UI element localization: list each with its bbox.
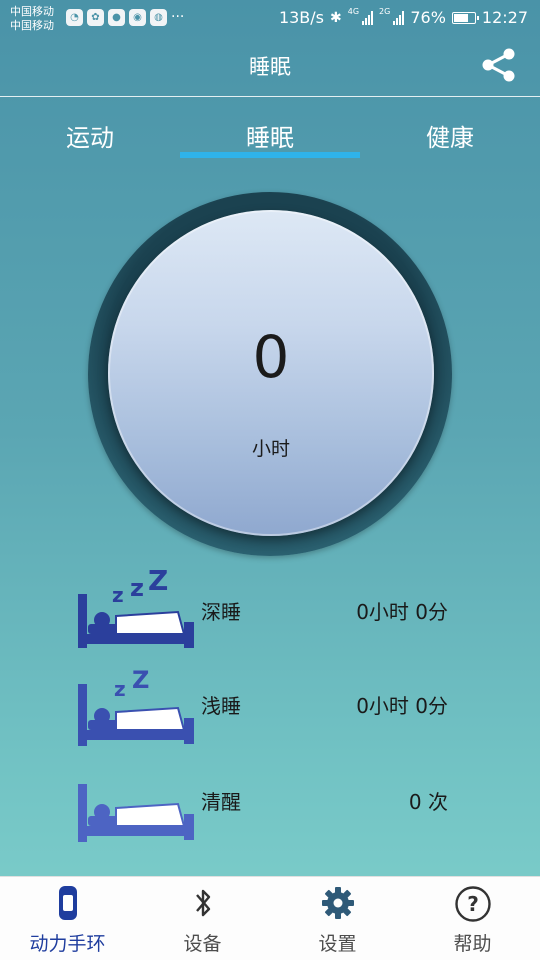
deep-sleep-label: 深睡 — [201, 600, 241, 624]
awake-label: 清醒 — [201, 790, 241, 814]
light-sleep-row: z Z 浅睡 0小时 0分 — [0, 670, 540, 760]
svg-text:Z: Z — [148, 570, 168, 597]
nav-label-help: 帮助 — [453, 933, 492, 955]
svg-text:z: z — [112, 583, 124, 607]
tab-health[interactable]: 健康 — [360, 118, 540, 153]
location-icon: ● — [108, 9, 125, 26]
nav-label-band: 动力手环 — [29, 933, 106, 955]
awake-count-value: 0 次 — [408, 790, 448, 814]
awake-icon — [78, 784, 194, 842]
more-notifications-icon: ··· — [171, 9, 185, 25]
light-sleep-value: 0小时 0分 — [356, 694, 448, 718]
tab-bar: 运动 睡眠 健康 — [0, 100, 540, 160]
wechat-icon: ◍ — [150, 9, 167, 26]
light-sleep-icon: z Z — [78, 670, 194, 746]
sleep-hours-unit: 小时 — [251, 438, 290, 460]
svg-text:z: z — [114, 677, 126, 701]
status-bar: 中国移动 中国移动 ◔ ✿ ● ◉ ◍ ··· 13B/s ✱ 4G 2G 76… — [0, 0, 540, 36]
tab-sleep[interactable]: 睡眠 — [180, 118, 360, 153]
nav-label-settings: 设置 — [318, 933, 357, 955]
awake-row: 清醒 0 次 — [0, 770, 540, 860]
deep-sleep-icon: z z Z — [78, 570, 194, 648]
nav-item-band[interactable]: 动力手环 — [0, 877, 135, 960]
tab-exercise[interactable]: 运动 — [0, 118, 180, 153]
svg-text:?: ? — [467, 892, 479, 916]
deep-sleep-value: 0小时 0分 — [356, 600, 448, 624]
battery-percent: 76% — [410, 8, 446, 27]
signal-icon — [393, 10, 405, 25]
notification-icons: ◔ ✿ ● ◉ ◍ ··· — [66, 9, 184, 26]
nav-item-settings[interactable]: 设置 — [270, 877, 405, 960]
battery-icon — [451, 11, 479, 24]
share-icon[interactable] — [480, 46, 518, 84]
svg-text:Z: Z — [132, 670, 149, 694]
clock: 12:27 — [481, 8, 528, 27]
carrier-label: 中国移动 — [10, 5, 54, 18]
help-icon: ? — [454, 886, 491, 922]
app-icon: ◉ — [129, 9, 146, 26]
carrier-label: 中国移动 — [10, 19, 54, 32]
bluetooth-status-icon: ✱ — [330, 9, 342, 26]
nav-item-help[interactable]: ? 帮助 — [405, 877, 540, 960]
svg-text:z: z — [130, 574, 144, 602]
status-indicators: 13B/s ✱ 4G 2G 76% 12:27 — [278, 7, 528, 27]
net-speed: 13B/s — [278, 8, 324, 27]
bluetooth-icon — [195, 889, 210, 917]
nav-item-device[interactable]: 设备 — [135, 877, 270, 960]
network-type-label: 2G — [379, 7, 391, 16]
deep-sleep-row: z z Z 深睡 0小时 0分 — [0, 570, 540, 660]
title-bar: 睡眠 — [0, 36, 540, 97]
wifi-icon: ◔ — [66, 9, 83, 26]
sleep-hours-value: 0 — [252, 323, 290, 391]
signal-icon — [362, 10, 374, 25]
app-icon: ✿ — [87, 9, 104, 26]
page-title: 睡眠 — [249, 55, 291, 79]
gear-icon — [321, 887, 354, 919]
nav-label-device: 设备 — [183, 933, 222, 955]
network-type-label: 4G — [347, 7, 360, 16]
light-sleep-label: 浅睡 — [201, 694, 241, 718]
band-icon — [58, 886, 77, 920]
bottom-nav: 动力手环 设备 设置 ? 帮助 — [0, 876, 540, 960]
tab-active-indicator — [180, 152, 360, 158]
